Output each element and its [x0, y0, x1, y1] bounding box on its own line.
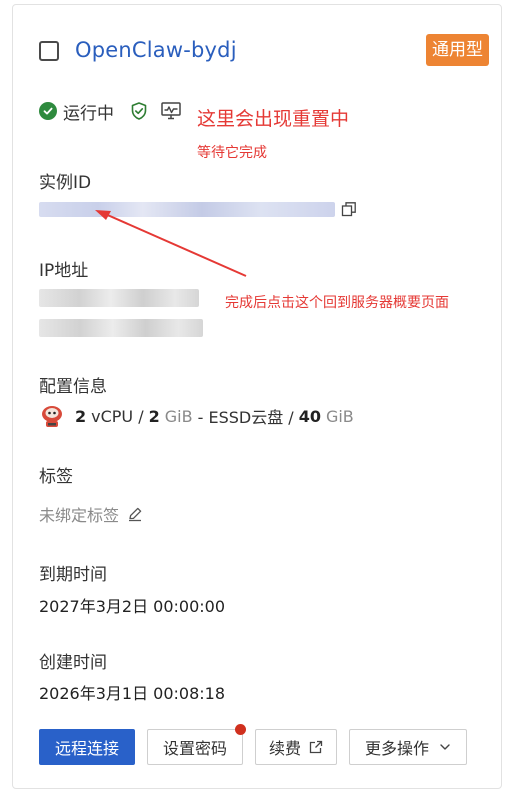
select-checkbox[interactable]	[39, 41, 59, 61]
renew-button[interactable]: 续费	[255, 729, 337, 765]
disk-size: 40	[298, 406, 321, 426]
tags-label: 标签	[39, 467, 73, 487]
more-actions-button[interactable]: 更多操作	[349, 729, 467, 765]
check-circle-icon	[39, 102, 57, 120]
instance-id-value-redacted	[39, 202, 335, 217]
renew-label: 续费	[268, 739, 301, 758]
vcpu-unit: vCPU /	[91, 406, 144, 426]
chevron-down-icon	[439, 741, 451, 753]
annotation-back-note: 完成后点击这个回到服务器概要页面	[225, 295, 449, 311]
private-ip-redacted	[39, 319, 203, 337]
ram-count: 2	[148, 406, 160, 426]
unbound-tags-text: 未绑定标签	[39, 506, 120, 525]
shield-check-icon[interactable]	[128, 100, 150, 122]
instance-name-link[interactable]: OpenClaw-bydj	[75, 38, 237, 62]
annotation-reset-note: 这里会出现重置中	[197, 108, 350, 130]
set-password-button[interactable]: 设置密码	[147, 729, 243, 765]
instance-card: OpenClaw-bydj 通用型 运行中 这里会出现重置中 等待它完成 实例I…	[12, 4, 502, 789]
vcpu-count: 2	[75, 406, 87, 426]
annotation-wait-note: 等待它完成	[197, 145, 267, 161]
notification-dot	[235, 724, 246, 735]
remote-connect-button[interactable]: 远程连接	[39, 729, 135, 765]
tags-row[interactable]: 未绑定标签	[39, 502, 143, 526]
remote-connect-label: 远程连接	[54, 739, 119, 758]
monitor-icon[interactable]	[160, 100, 182, 122]
disk-type: - ESSD云盘 /	[197, 408, 294, 427]
expire-value: 2027年3月2日 00:00:00	[39, 597, 226, 616]
created-label: 创建时间	[39, 653, 107, 673]
config-specs: 2 vCPU / 2 GiB - ESSD云盘 / 40 GiB	[39, 403, 359, 429]
copy-icon[interactable]	[341, 201, 357, 217]
expire-label: 到期时间	[39, 565, 107, 585]
instance-id-label: 实例ID	[39, 173, 92, 193]
more-actions-label: 更多操作	[364, 739, 429, 758]
pencil-icon[interactable]	[127, 506, 143, 522]
external-link-icon	[309, 740, 323, 754]
status-text: 运行中	[63, 103, 114, 124]
instance-type-badge: 通用型	[426, 34, 489, 66]
config-label: 配置信息	[39, 377, 107, 397]
public-ip-redacted	[39, 289, 199, 307]
status-row: 运行中	[39, 99, 192, 124]
created-value: 2026年3月1日 00:08:18	[39, 684, 226, 703]
ip-address-label: IP地址	[39, 261, 89, 281]
disk-unit: GiB	[325, 406, 354, 426]
ram-unit: GiB	[164, 406, 193, 426]
os-logo-icon	[39, 403, 65, 429]
set-password-label: 设置密码	[162, 739, 227, 758]
